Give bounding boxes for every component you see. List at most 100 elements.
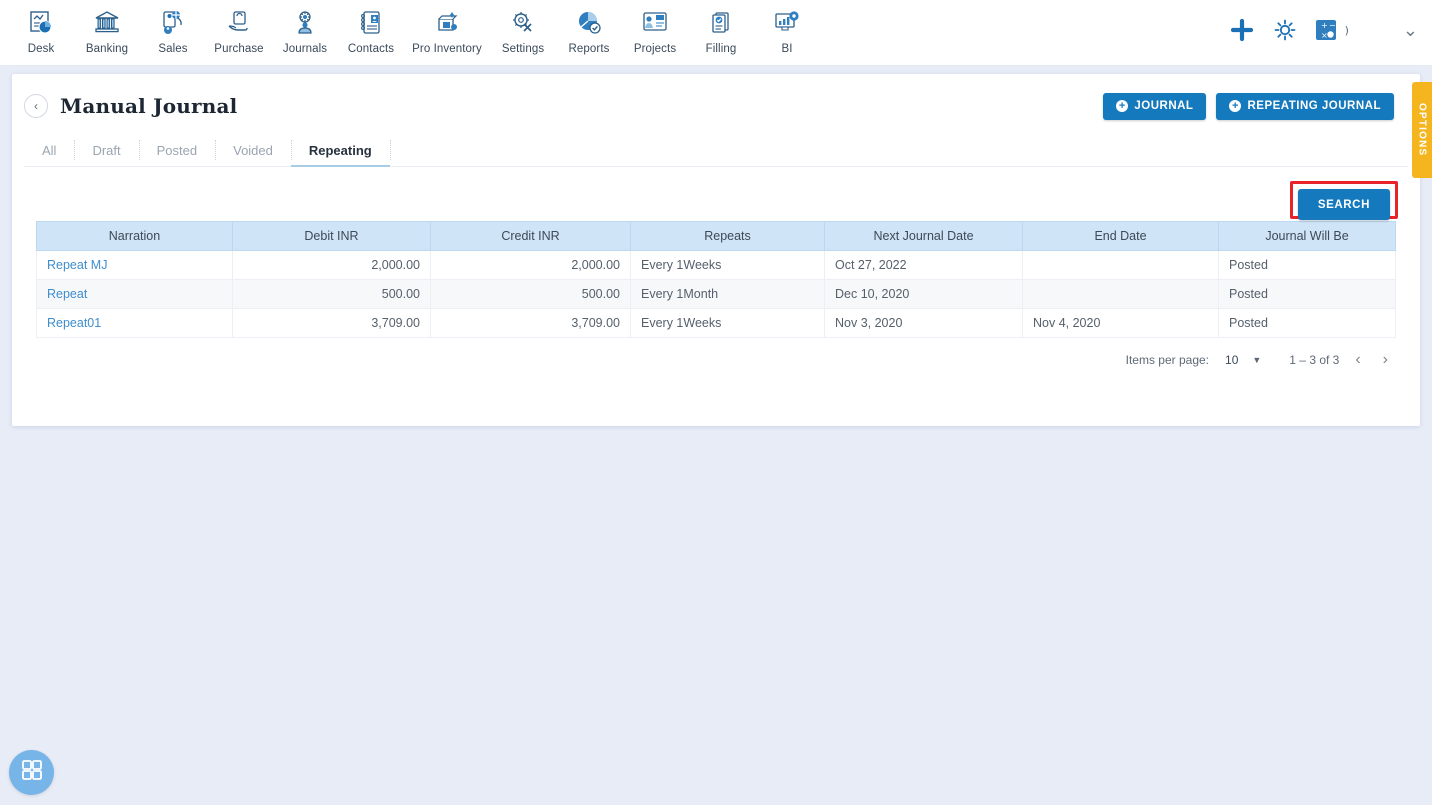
nav-item-label: Reports xyxy=(568,43,610,55)
cell-end-date xyxy=(1022,250,1219,280)
svg-text:+: + xyxy=(1321,21,1328,30)
nav-item-label: Pro Inventory xyxy=(412,43,482,55)
nav-item-banking[interactable]: Banking xyxy=(74,4,140,55)
calculator-icon[interactable]: + − × xyxy=(1315,19,1337,41)
new-repeating-journal-button[interactable]: + REPEATING JOURNAL xyxy=(1216,92,1394,120)
nav-item-label: Purchase xyxy=(214,43,264,55)
contacts-icon xyxy=(356,8,386,38)
next-page-button[interactable]: › xyxy=(1377,352,1394,368)
tab-all[interactable]: All xyxy=(24,134,74,166)
top-nav-actions: + − × ) ⌄ xyxy=(1229,0,1432,60)
cell-repeats: Every 1Weeks xyxy=(630,308,825,338)
search-row: SEARCH xyxy=(12,167,1420,220)
items-per-page-value[interactable]: 10 xyxy=(1225,353,1238,367)
back-button[interactable]: ‹ xyxy=(24,94,48,118)
filling-icon xyxy=(706,8,736,38)
settings-tools-icon xyxy=(508,8,538,38)
bi-icon xyxy=(772,8,802,38)
journal-table-wrap: Narration Debit INR Credit INR Repeats N… xyxy=(36,221,1396,338)
previous-page-button[interactable]: ‹ xyxy=(1349,352,1366,368)
sales-icon xyxy=(158,8,188,38)
tab-posted[interactable]: Posted xyxy=(138,134,215,166)
pagination-controls: Items per page: 10 ▼ 1 – 3 of 3 ‹ › xyxy=(12,338,1420,368)
cell-debit: 3,709.00 xyxy=(232,308,431,338)
nav-item-bi[interactable]: BI xyxy=(754,4,820,55)
tab-voided[interactable]: Voided xyxy=(215,134,291,166)
col-end-date[interactable]: End Date xyxy=(1022,221,1219,251)
options-side-tab-label: OPTIONS xyxy=(1416,103,1428,157)
plus-circle-icon: + xyxy=(1116,100,1129,112)
nav-item-contacts[interactable]: Contacts xyxy=(338,4,404,55)
pagination-range: 1 – 3 of 3 xyxy=(1289,353,1340,367)
status-tabs: All Draft Posted Voided Repeating xyxy=(24,134,1408,167)
table-row[interactable]: Repeat01 3,709.00 3,709.00 Every 1Weeks … xyxy=(36,308,1396,338)
plus-circle-icon: + xyxy=(1229,100,1242,112)
new-repeating-journal-button-label: REPEATING JOURNAL xyxy=(1247,100,1381,112)
top-navigation-bar: Desk Banking Sales Purchase Journals Con… xyxy=(0,0,1432,66)
cell-narration[interactable]: Repeat01 xyxy=(36,308,233,338)
cell-end-date: Nov 4, 2020 xyxy=(1022,308,1219,338)
cell-repeats: Every 1Weeks xyxy=(630,250,825,280)
narration-link[interactable]: Repeat01 xyxy=(47,316,101,330)
col-credit[interactable]: Credit INR xyxy=(430,221,631,251)
col-narration[interactable]: Narration xyxy=(36,221,233,251)
col-next-journal-date[interactable]: Next Journal Date xyxy=(824,221,1023,251)
nav-item-label: Journals xyxy=(282,43,328,55)
table-head: Narration Debit INR Credit INR Repeats N… xyxy=(36,221,1396,251)
header-action-buttons: + JOURNAL + REPEATING JOURNAL xyxy=(1103,92,1420,120)
dashboard-icon xyxy=(26,8,56,38)
chevron-down-icon[interactable]: ⌄ xyxy=(1403,21,1418,39)
narration-link[interactable]: Repeat MJ xyxy=(47,258,107,272)
cell-narration[interactable]: Repeat xyxy=(36,279,233,309)
page-header: ‹ Manual Journal + JOURNAL + REPEATING J… xyxy=(12,74,1420,124)
repeating-journal-table: Narration Debit INR Credit INR Repeats N… xyxy=(36,221,1396,338)
new-journal-button[interactable]: + JOURNAL xyxy=(1103,92,1207,120)
add-icon[interactable] xyxy=(1229,17,1255,43)
table-row[interactable]: Repeat MJ 2,000.00 2,000.00 Every 1Weeks… xyxy=(36,250,1396,280)
cell-credit: 3,709.00 xyxy=(430,308,631,338)
nav-item-projects[interactable]: Projects xyxy=(622,4,688,55)
nav-item-settings[interactable]: Settings xyxy=(490,4,556,55)
tab-label: Posted xyxy=(156,142,198,158)
nav-item-sales[interactable]: Sales xyxy=(140,4,206,55)
status-glyph: ) xyxy=(1344,23,1349,37)
reports-icon xyxy=(574,8,604,38)
nav-item-filling[interactable]: Filling xyxy=(688,4,754,55)
nav-item-label: Contacts xyxy=(347,43,395,55)
table-row[interactable]: Repeat 500.00 500.00 Every 1Month Dec 10… xyxy=(36,279,1396,309)
narration-link[interactable]: Repeat xyxy=(47,287,87,301)
cell-credit: 500.00 xyxy=(430,279,631,309)
nav-item-reports[interactable]: Reports xyxy=(556,4,622,55)
tab-label: Repeating xyxy=(308,142,372,158)
cell-journal-will-be: Posted xyxy=(1218,308,1396,338)
chevron-left-icon: ‹ xyxy=(34,99,38,113)
nav-item-purchase[interactable]: Purchase xyxy=(206,4,272,55)
items-per-page-label: Items per page: xyxy=(1125,353,1210,367)
projects-icon xyxy=(640,8,670,38)
nav-item-label: Desk xyxy=(27,43,55,55)
options-side-tab[interactable]: OPTIONS xyxy=(1412,82,1432,178)
tab-label: All xyxy=(42,142,57,158)
col-journal-will-be[interactable]: Journal Will Be xyxy=(1218,221,1396,251)
col-debit[interactable]: Debit INR xyxy=(232,221,431,251)
purchase-icon xyxy=(224,8,254,38)
cell-debit: 500.00 xyxy=(232,279,431,309)
nav-item-journals[interactable]: Journals xyxy=(272,4,338,55)
cell-credit: 2,000.00 xyxy=(430,250,631,280)
nav-item-label: BI xyxy=(781,43,793,55)
page-title: Manual Journal xyxy=(60,94,238,118)
search-button[interactable]: SEARCH xyxy=(1297,189,1390,220)
tab-draft[interactable]: Draft xyxy=(74,134,138,166)
cell-narration[interactable]: Repeat MJ xyxy=(36,250,233,280)
manual-journal-card: ‹ Manual Journal + JOURNAL + REPEATING J… xyxy=(12,74,1420,426)
nav-item-pro-inventory[interactable]: Pro Inventory xyxy=(404,4,490,55)
nav-item-desk[interactable]: Desk xyxy=(8,4,74,55)
new-journal-button-label: JOURNAL xyxy=(1134,100,1194,112)
tab-repeating[interactable]: Repeating xyxy=(290,134,390,167)
col-repeats[interactable]: Repeats xyxy=(630,221,825,251)
cell-next-journal-date: Dec 10, 2020 xyxy=(824,279,1023,309)
chevron-down-icon[interactable]: ▼ xyxy=(1252,355,1261,365)
apps-fab-button[interactable] xyxy=(9,750,54,795)
nav-item-label: Filling xyxy=(705,43,737,55)
gear-icon[interactable] xyxy=(1273,18,1297,42)
